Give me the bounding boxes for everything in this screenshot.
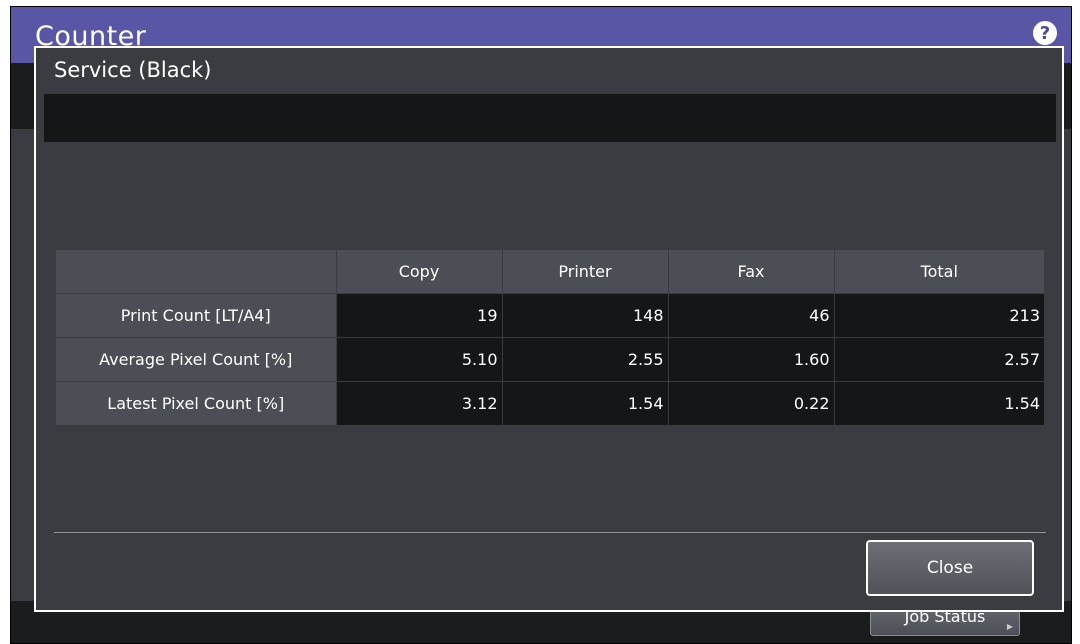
counter-table: Copy Printer Fax Total Print Count [LT/A… [56,250,1044,425]
column-header-fax: Fax [667,250,834,294]
cell-fax: 1.60 [667,337,834,382]
cell-copy: 19 [335,293,502,338]
table-row: Latest Pixel Count [%] 3.12 1.54 0.22 1.… [56,381,1044,425]
cell-total: 1.54 [833,381,1044,425]
cell-copy: 5.10 [335,337,502,382]
help-icon[interactable]: ? [1033,21,1057,45]
table-row: Average Pixel Count [%] 5.10 2.55 1.60 2… [56,337,1044,382]
cell-printer: 148 [501,293,668,338]
cell-copy: 3.12 [335,381,502,425]
row-label: Latest Pixel Count [%] [56,381,336,425]
table-header-row: Copy Printer Fax Total [56,250,1044,294]
cell-fax: 46 [667,293,834,338]
column-header-total: Total [833,250,1044,294]
close-button[interactable]: Close [866,540,1034,596]
cell-printer: 2.55 [501,337,668,382]
service-black-dialog: Service (Black) Copy Printer Fax Total P… [34,46,1064,612]
cell-fax: 0.22 [667,381,834,425]
dialog-divider [54,532,1046,533]
table-row: Print Count [LT/A4] 19 148 46 213 [56,293,1044,338]
column-header-printer: Printer [501,250,668,294]
dialog-message-bar [44,94,1056,142]
row-label: Print Count [LT/A4] [56,293,336,338]
cell-total: 213 [833,293,1044,338]
expand-arrow-icon: ▶ [1006,622,1013,631]
row-label: Average Pixel Count [%] [56,337,336,382]
column-header-blank [56,250,336,294]
cell-printer: 1.54 [501,381,668,425]
cell-total: 2.57 [833,337,1044,382]
column-header-copy: Copy [335,250,502,294]
dialog-title: Service (Black) [54,58,212,82]
